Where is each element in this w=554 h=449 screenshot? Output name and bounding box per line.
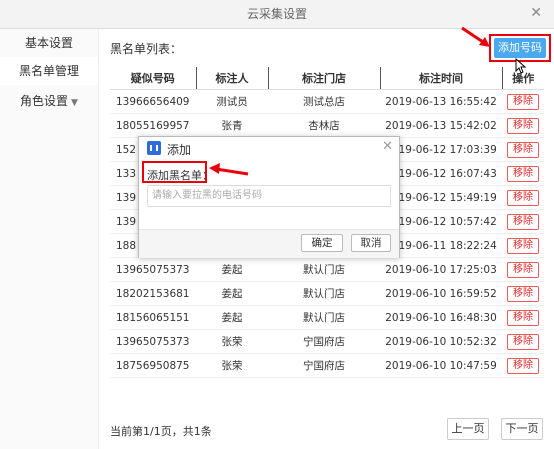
- dialog-header: 添加 ✕: [139, 137, 399, 159]
- dialog-title: 添加: [167, 143, 192, 157]
- annotation-arrow-icon: [209, 163, 249, 176]
- table-header-row: 疑似号码 标注人 标注门店 标注时间 操作: [110, 67, 544, 90]
- cell-time: 2019-06-10 10:52:32: [380, 329, 502, 354]
- cell-time: 2019-06-10 16:59:52: [380, 281, 502, 306]
- pagination-info: 当前第1/1页，共1条: [110, 425, 212, 438]
- prev-page-button[interactable]: 上一页: [447, 418, 489, 440]
- cell-time: 2019-06-10 10:47:59: [380, 353, 502, 378]
- cell-time: 2019-06-10 16:48:30: [380, 305, 502, 330]
- sidebar-item-role-settings[interactable]: 角色设置 ▼: [0, 87, 98, 115]
- sidebar: 基本设置 黑名单管理 角色设置 ▼: [0, 29, 99, 449]
- cell-action: 移除: [502, 89, 544, 114]
- table-row: 18055169957 张青 杏林店 2019-06-13 15:42:02 移…: [110, 113, 544, 138]
- sidebar-item-label: 黑名单管理: [18, 64, 79, 78]
- cell-action: 移除: [502, 113, 544, 138]
- cell-phone: 13965075373: [110, 329, 196, 354]
- cell-person: 测试员: [196, 89, 268, 114]
- cell-phone: 18055169957: [110, 113, 196, 138]
- cell-person: 张荣: [196, 329, 268, 354]
- remove-button[interactable]: 移除: [507, 261, 539, 278]
- sidebar-item-blacklist[interactable]: 黑名单管理: [0, 57, 98, 85]
- remove-button[interactable]: 移除: [507, 213, 539, 230]
- cell-store: 默认门店: [268, 257, 380, 282]
- cell-phone: 18756950875: [110, 353, 196, 378]
- list-title: 黑名单列表：: [110, 42, 183, 56]
- cell-store: 宁国府店: [268, 329, 380, 354]
- dialog-close-icon[interactable]: ✕: [382, 139, 393, 154]
- cell-action: 移除: [502, 209, 544, 234]
- cell-action: 移除: [502, 353, 544, 378]
- close-icon[interactable]: ✕: [530, 5, 542, 21]
- next-page-button[interactable]: 下一页: [501, 418, 543, 440]
- cell-phone: 18156065151: [110, 305, 196, 330]
- cell-phone: 18202153681: [110, 281, 196, 306]
- cell-action: 移除: [502, 185, 544, 210]
- remove-button[interactable]: 移除: [507, 189, 539, 206]
- table-row: 18202153681 姜起 默认门店 2019-06-10 16:59:52 …: [110, 281, 544, 306]
- add-blacklist-dialog: 添加 ✕ 添加黑名单： 请输入要拉黑的电话号码 确定 取消: [138, 136, 400, 258]
- phone-number-input[interactable]: 请输入要拉黑的电话号码: [147, 185, 391, 207]
- chevron-down-icon: ▼: [71, 98, 78, 108]
- cell-person: 姜起: [196, 281, 268, 306]
- remove-button[interactable]: 移除: [507, 309, 539, 326]
- cell-person: 姜起: [196, 305, 268, 330]
- cell-phone: 13965075373: [110, 257, 196, 282]
- cell-time: 2019-06-13 15:42:02: [380, 113, 502, 138]
- cell-store: 宁国府店: [268, 353, 380, 378]
- column-header-person: 标注人: [196, 67, 269, 90]
- remove-button[interactable]: 移除: [507, 333, 539, 350]
- sidebar-item-basic-settings[interactable]: 基本设置: [0, 29, 98, 57]
- column-header-store: 标注门店: [268, 67, 381, 90]
- cell-phone: 13966656409: [110, 89, 196, 114]
- cell-person: 姜起: [196, 257, 268, 282]
- table-row: 18156065151 姜起 默认门店 2019-06-10 16:48:30 …: [110, 305, 544, 330]
- cell-time: 2019-06-10 17:25:03: [380, 257, 502, 282]
- cell-store: 默认门店: [268, 281, 380, 306]
- annotation-arrow-icon: [461, 26, 490, 47]
- table-row: 13965075373 姜起 默认门店 2019-06-10 17:25:03 …: [110, 257, 544, 282]
- cell-action: 移除: [502, 329, 544, 354]
- remove-button[interactable]: 移除: [507, 141, 539, 158]
- table-row: 18756950875 张荣 宁国府店 2019-06-10 10:47:59 …: [110, 353, 544, 378]
- dialog-footer: 确定 取消: [139, 229, 399, 258]
- confirm-button[interactable]: 确定: [301, 234, 343, 252]
- sidebar-item-label: 角色设置: [20, 94, 69, 108]
- column-header-phone: 疑似号码: [110, 67, 197, 90]
- remove-button[interactable]: 移除: [507, 165, 539, 182]
- cell-action: 移除: [502, 305, 544, 330]
- sidebar-item-label: 基本设置: [24, 36, 73, 50]
- cell-action: 移除: [502, 233, 544, 258]
- cell-action: 移除: [502, 161, 544, 186]
- cell-action: 移除: [502, 281, 544, 306]
- cell-time: 2019-06-13 16:55:42: [380, 89, 502, 114]
- cell-store: 杏林店: [268, 113, 380, 138]
- table-row: 13965075373 张荣 宁国府店 2019-06-10 10:52:32 …: [110, 329, 544, 354]
- app-logo-icon: [147, 141, 161, 155]
- table-row: 13966656409 测试员 测试总店 2019-06-13 16:55:42…: [110, 89, 544, 114]
- remove-button[interactable]: 移除: [507, 93, 539, 110]
- cell-person: 张荣: [196, 353, 268, 378]
- remove-button[interactable]: 移除: [507, 117, 539, 134]
- cell-action: 移除: [502, 257, 544, 282]
- cancel-button[interactable]: 取消: [351, 234, 391, 252]
- cell-action: 移除: [502, 137, 544, 162]
- column-header-action: 操作: [502, 67, 544, 90]
- cell-store: 测试总店: [268, 89, 380, 114]
- remove-button[interactable]: 移除: [507, 285, 539, 302]
- cell-person: 张青: [196, 113, 268, 138]
- column-header-time: 标注时间: [380, 67, 503, 90]
- cell-store: 默认门店: [268, 305, 380, 330]
- annotation-highlight-box: [142, 161, 207, 183]
- remove-button[interactable]: 移除: [507, 237, 539, 254]
- remove-button[interactable]: 移除: [507, 357, 539, 374]
